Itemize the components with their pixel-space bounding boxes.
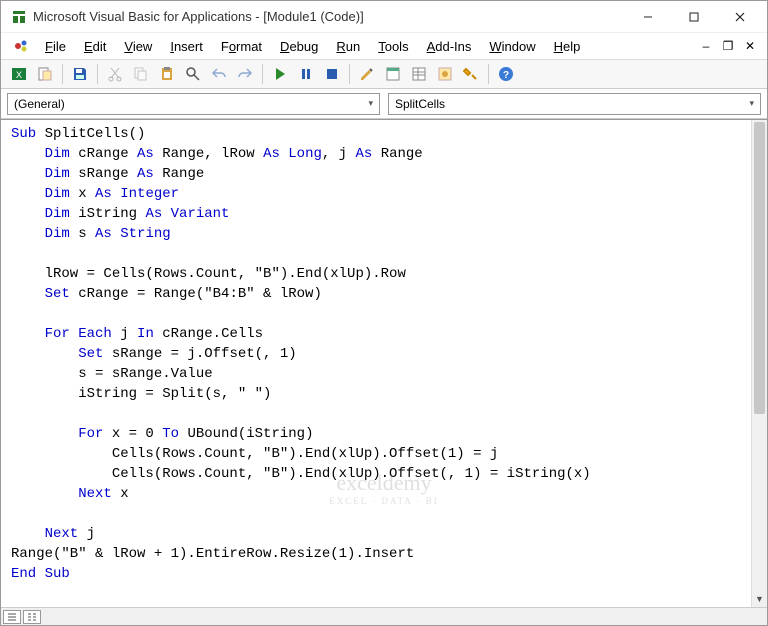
procedure-dropdown-value: SplitCells <box>395 97 445 111</box>
toolbar: X ? <box>1 59 767 89</box>
menu-insert[interactable]: Insert <box>162 37 211 56</box>
mdi-close[interactable]: ✕ <box>739 36 761 56</box>
chevron-down-icon: ▾ <box>749 98 754 109</box>
scroll-down-arrow[interactable]: ▼ <box>752 591 767 607</box>
redo-icon[interactable] <box>233 62 257 86</box>
full-module-view-button[interactable] <box>23 610 41 624</box>
insert-module-icon[interactable] <box>33 62 57 86</box>
vba-app-icon <box>11 9 27 25</box>
properties-icon[interactable] <box>407 62 431 86</box>
procedure-dropdown[interactable]: SplitCells ▾ <box>388 93 761 115</box>
save-icon[interactable] <box>68 62 92 86</box>
mdi-minimize[interactable]: ‒ <box>695 36 717 56</box>
close-button[interactable] <box>717 1 763 33</box>
reset-icon[interactable] <box>320 62 344 86</box>
vba-menu-icon <box>13 38 29 54</box>
menu-window[interactable]: Window <box>481 37 543 56</box>
menu-view[interactable]: View <box>116 37 160 56</box>
project-explorer-icon[interactable] <box>381 62 405 86</box>
titlebar: Microsoft Visual Basic for Applications … <box>1 1 767 33</box>
menu-addins[interactable]: Add-Ins <box>419 37 480 56</box>
svg-text:?: ? <box>503 70 509 81</box>
code-dropdown-bar: (General) ▾ SplitCells ▾ <box>1 89 767 119</box>
vertical-scrollbar[interactable]: ▲ ▼ <box>751 120 767 607</box>
menu-debug[interactable]: Debug <box>272 37 326 56</box>
mdi-restore[interactable]: ❐ <box>717 36 739 56</box>
copy-icon[interactable] <box>129 62 153 86</box>
object-dropdown[interactable]: (General) ▾ <box>7 93 380 115</box>
design-mode-icon[interactable] <box>355 62 379 86</box>
view-mode-strip <box>1 607 767 625</box>
menubar: File Edit View Insert Format Debug Run T… <box>1 33 767 59</box>
object-dropdown-value: (General) <box>14 97 65 111</box>
code-editor[interactable]: Sub SplitCells() Dim cRange As Range, lR… <box>1 119 767 607</box>
scroll-thumb[interactable] <box>754 122 765 414</box>
menu-file[interactable]: File <box>37 37 74 56</box>
paste-icon[interactable] <box>155 62 179 86</box>
maximize-button[interactable] <box>671 1 717 33</box>
cut-icon[interactable] <box>103 62 127 86</box>
menu-tools[interactable]: Tools <box>370 37 416 56</box>
menu-edit[interactable]: Edit <box>76 37 114 56</box>
menu-run[interactable]: Run <box>328 37 368 56</box>
procedure-view-button[interactable] <box>3 610 21 624</box>
svg-text:X: X <box>16 70 22 80</box>
chevron-down-icon: ▾ <box>368 98 373 109</box>
break-icon[interactable] <box>294 62 318 86</box>
window-title: Microsoft Visual Basic for Applications … <box>33 9 625 24</box>
view-excel-icon[interactable]: X <box>7 62 31 86</box>
run-icon[interactable] <box>268 62 292 86</box>
mdi-controls: ‒ ❐ ✕ <box>695 36 761 56</box>
menu-help[interactable]: Help <box>546 37 589 56</box>
toolbox-icon[interactable] <box>459 62 483 86</box>
menu-format[interactable]: Format <box>213 37 270 56</box>
undo-icon[interactable] <box>207 62 231 86</box>
help-icon[interactable]: ? <box>494 62 518 86</box>
code-text[interactable]: Sub SplitCells() Dim cRange As Range, lR… <box>1 120 767 588</box>
minimize-button[interactable] <box>625 1 671 33</box>
object-browser-icon[interactable] <box>433 62 457 86</box>
find-icon[interactable] <box>181 62 205 86</box>
